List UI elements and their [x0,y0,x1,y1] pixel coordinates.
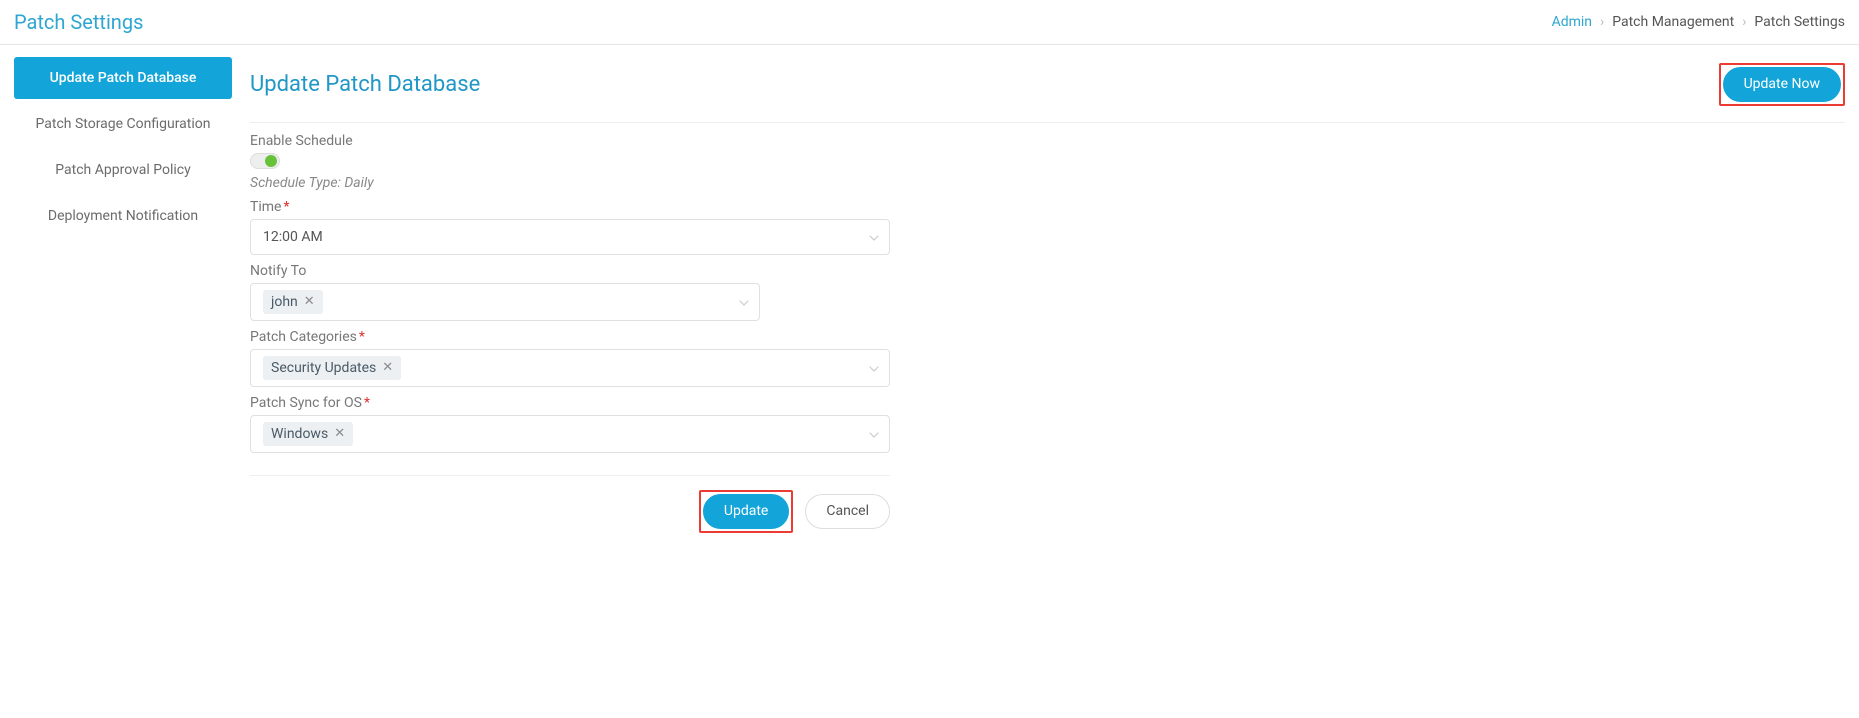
required-icon: * [364,395,370,411]
breadcrumb-patch-settings: Patch Settings [1754,14,1845,30]
highlight-update: Update [699,490,793,533]
notify-to-select[interactable]: john ✕ [250,283,760,321]
required-icon: * [359,329,365,345]
sidebar-item-patch-storage-configuration[interactable]: Patch Storage Configuration [14,103,232,145]
time-label: Time* [250,199,1845,215]
divider [250,475,890,476]
section-title: Update Patch Database [250,72,480,97]
patch-categories-select[interactable]: Security Updates ✕ [250,349,890,387]
header-bar: Patch Settings Admin › Patch Management … [0,0,1859,45]
layout: Update Patch Database Patch Storage Conf… [0,45,1859,553]
main: Update Patch Database Update Now Enable … [232,45,1859,553]
close-icon[interactable]: ✕ [382,361,393,374]
chevron-down-icon [869,426,879,442]
breadcrumb: Admin › Patch Management › Patch Setting… [1552,14,1845,30]
schedule-type: Schedule Type: Daily [250,175,1845,191]
patch-category-tag: Security Updates ✕ [263,356,401,380]
patch-categories-label: Patch Categories* [250,329,1845,345]
page-title: Patch Settings [14,10,143,34]
toggle-knob-icon [265,155,277,167]
chevron-down-icon [869,229,879,245]
update-button[interactable]: Update [703,494,789,529]
patch-sync-os-tag: Windows ✕ [263,422,353,446]
enable-schedule-toggle[interactable] [250,153,280,169]
cancel-button[interactable]: Cancel [805,494,890,529]
patch-sync-os-select[interactable]: Windows ✕ [250,415,890,453]
action-row: Update Cancel [250,490,890,533]
notify-to-label: Notify To [250,263,1845,279]
breadcrumb-patch-management[interactable]: Patch Management [1612,14,1734,30]
update-now-button[interactable]: Update Now [1723,67,1841,102]
chevron-right-icon: › [1742,14,1746,30]
required-icon: * [283,199,289,215]
patch-sync-os-label-text: Patch Sync for OS [250,395,362,411]
chevron-down-icon [869,360,879,376]
sidebar-item-update-patch-database[interactable]: Update Patch Database [14,57,232,99]
patch-category-tag-text: Security Updates [271,360,376,376]
main-header: Update Patch Database Update Now [250,63,1845,123]
time-label-text: Time [250,199,281,215]
chevron-right-icon: › [1600,14,1604,30]
sidebar: Update Patch Database Patch Storage Conf… [0,45,232,553]
time-value: 12:00 AM [263,229,323,245]
enable-schedule-label: Enable Schedule [250,133,1845,149]
breadcrumb-admin[interactable]: Admin [1552,14,1592,30]
schedule-type-value: Daily [344,175,373,191]
highlight-update-now: Update Now [1719,63,1845,106]
chevron-down-icon [739,294,749,310]
notify-tag: john ✕ [263,290,323,314]
sidebar-item-patch-approval-policy[interactable]: Patch Approval Policy [14,149,232,191]
schedule-type-prefix: Schedule Type: [250,175,344,191]
close-icon[interactable]: ✕ [334,427,345,440]
patch-sync-os-tag-text: Windows [271,426,328,442]
patch-categories-label-text: Patch Categories [250,329,357,345]
patch-sync-os-label: Patch Sync for OS* [250,395,1845,411]
time-select[interactable]: 12:00 AM [250,219,890,255]
close-icon[interactable]: ✕ [304,295,315,308]
sidebar-item-deployment-notification[interactable]: Deployment Notification [14,195,232,237]
notify-tag-text: john [271,294,298,310]
